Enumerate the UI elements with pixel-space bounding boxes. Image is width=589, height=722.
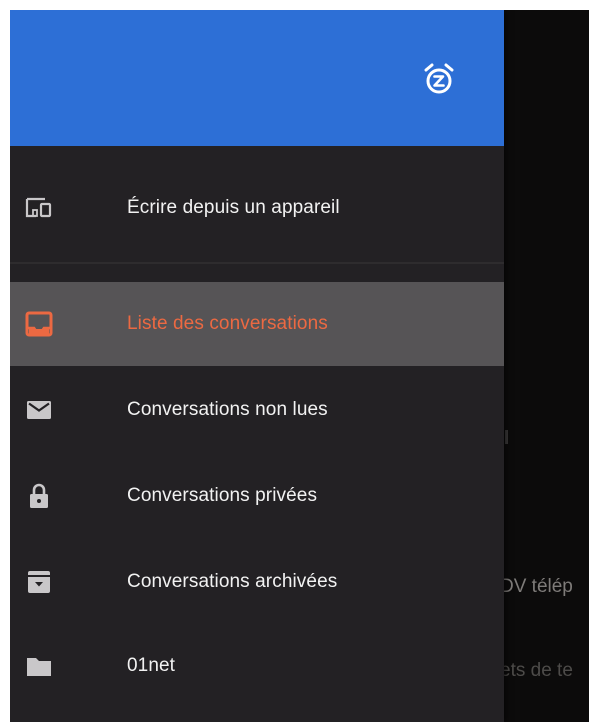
background-divider bbox=[505, 430, 508, 444]
inbox-icon bbox=[24, 309, 54, 339]
background-text-1: DV télép bbox=[500, 576, 573, 597]
menu-item-label: Conversations privées bbox=[127, 485, 318, 506]
menu-item-archived-conversations[interactable]: Conversations archivées bbox=[10, 540, 504, 624]
menu-item-conversation-list[interactable]: Liste des conversations bbox=[10, 282, 504, 366]
mail-icon bbox=[24, 395, 54, 425]
menu-item-private-conversations[interactable]: Conversations privées bbox=[10, 454, 504, 538]
menu-item-label: Liste des conversations bbox=[127, 313, 328, 334]
archive-icon bbox=[24, 567, 54, 597]
devices-icon bbox=[24, 193, 54, 223]
menu-divider bbox=[10, 262, 504, 264]
menu-item-unread-conversations[interactable]: Conversations non lues bbox=[10, 368, 504, 452]
background-text-2: ets de te bbox=[500, 660, 573, 681]
alarm-snooze-icon[interactable] bbox=[422, 62, 456, 96]
menu-item-label: Écrire depuis un appareil bbox=[127, 197, 340, 218]
navigation-drawer: Écrire depuis un appareil Liste des conv… bbox=[10, 10, 504, 722]
menu-item-label: Conversations archivées bbox=[127, 571, 338, 592]
menu-item-write-from-device[interactable]: Écrire depuis un appareil bbox=[10, 166, 504, 250]
folder-icon bbox=[24, 651, 54, 681]
menu-item-label: 01net bbox=[127, 655, 176, 676]
lock-icon bbox=[24, 481, 54, 511]
app-frame: DV télép ets de te Écrire depuis un appa… bbox=[10, 10, 589, 722]
menu-item-label: Conversations non lues bbox=[127, 399, 328, 420]
drawer-header bbox=[10, 10, 504, 146]
menu-item-folder-01net[interactable]: 01net bbox=[10, 624, 504, 708]
